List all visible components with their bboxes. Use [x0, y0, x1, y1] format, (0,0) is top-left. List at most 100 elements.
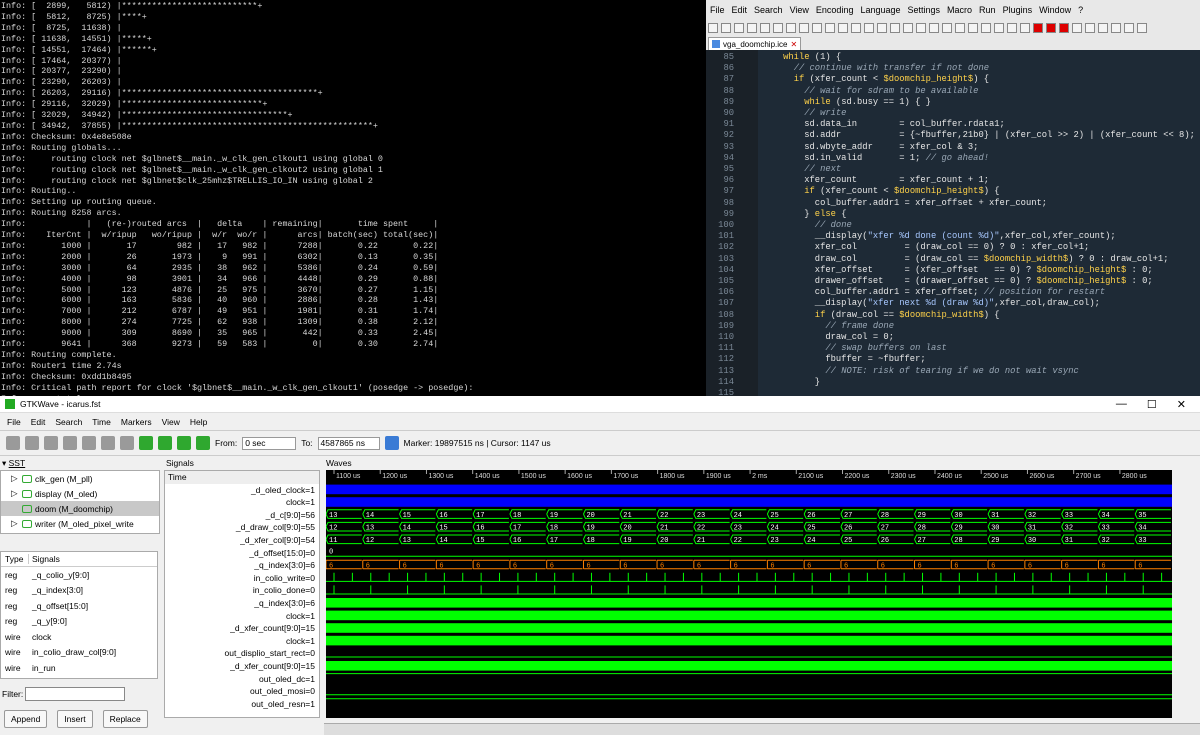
menu-item-encoding[interactable]: Encoding — [816, 5, 854, 15]
toolbar-button-icon[interactable] — [734, 23, 744, 33]
left-arrow-icon[interactable] — [177, 436, 191, 450]
gtk-menu-time[interactable]: Time — [92, 417, 111, 427]
signal-table[interactable]: Type Signals reg _q_colio_y[9:0] reg _q_inde… — [0, 551, 158, 679]
signal-row-label[interactable]: clock=1 — [165, 610, 319, 623]
signal-row-label[interactable]: clock=1 — [165, 635, 319, 648]
toolbar-button-icon[interactable] — [955, 23, 965, 33]
toolbar-button-icon[interactable] — [1111, 23, 1121, 33]
menu-item-run[interactable]: Run — [979, 5, 996, 15]
signal-table-row[interactable]: wire in_run — [1, 660, 157, 676]
toolbar-button-icon[interactable] — [1033, 23, 1043, 33]
toolbar-button-icon[interactable] — [838, 23, 848, 33]
maximize-button[interactable]: ☐ — [1147, 398, 1157, 411]
close-button[interactable]: ✕ — [1177, 398, 1186, 411]
signals-column-header[interactable]: Signals — [29, 554, 60, 564]
toolbar-button-icon[interactable] — [1085, 23, 1095, 33]
signal-row-label[interactable]: _q_index[3:0]=6 — [165, 559, 319, 572]
toolbar-button-icon[interactable] — [721, 23, 731, 33]
gtk-menu-edit[interactable]: Edit — [31, 417, 46, 427]
signal-table-row[interactable]: wire in_colio_draw_col[9:0] — [1, 645, 157, 661]
toolbar-button-icon[interactable] — [1124, 23, 1134, 33]
menu-item-view[interactable]: View — [790, 5, 809, 15]
expander-icon[interactable]: ▷ — [11, 488, 19, 499]
toolbar-button-icon[interactable] — [916, 23, 926, 33]
gtk-menu-help[interactable]: Help — [190, 417, 207, 427]
signal-row-label[interactable]: out_displio_start_rect=0 — [165, 647, 319, 660]
expander-icon[interactable]: ▷ — [11, 518, 19, 529]
tree-item[interactable]: ▷ writer (M_oled_pixel_write — [1, 516, 159, 531]
signal-row-label[interactable]: _d_offset[15:0]=0 — [165, 547, 319, 560]
signal-table-row[interactable]: wire clock — [1, 629, 157, 645]
menu-item-macro[interactable]: Macro — [947, 5, 972, 15]
gtk-menu-file[interactable]: File — [7, 417, 21, 427]
zoom-in-icon[interactable] — [82, 436, 96, 450]
signal-row-label[interactable]: _d_draw_col[9:0]=55 — [165, 521, 319, 534]
signal-row-label[interactable]: in_colio_write=0 — [165, 572, 319, 585]
code-text[interactable]: while (1) { // continue with transfer if… — [758, 50, 1200, 396]
toolbar-button-icon[interactable] — [851, 23, 861, 33]
code-editor[interactable]: 85 86 87 88 89 90 91 92 93 94 95 96 97 98 99 100 101 102 1… — [706, 50, 1200, 396]
filter-input[interactable] — [25, 687, 126, 701]
waveform-svg[interactable]: 1100 us 1200 us 1300 us 1400 us 1500 us 1600 … — [326, 470, 1172, 718]
menu-item-search[interactable]: Search — [754, 5, 783, 15]
signal-row-label[interactable]: _d_xfer_count[9:0]=15 — [165, 622, 319, 635]
toolbar-button-icon[interactable] — [903, 23, 913, 33]
toolbar-button-icon[interactable] — [968, 23, 978, 33]
minimize-button[interactable]: — — [1116, 398, 1127, 411]
gtk-menu-markers[interactable]: Markers — [121, 417, 152, 427]
tree-item[interactable]: ▷ display (M_oled) — [1, 486, 159, 501]
sst-expander-icon[interactable]: ▾ — [2, 458, 9, 468]
toolbar-button-icon[interactable] — [747, 23, 757, 33]
toolbar-button-icon[interactable] — [760, 23, 770, 33]
cut-icon[interactable] — [6, 436, 20, 450]
waveform-view[interactable]: 1100 us 1200 us 1300 us 1400 us 1500 us 1600 … — [326, 470, 1172, 718]
insert-button[interactable]: Insert — [57, 710, 93, 728]
signal-name-list[interactable]: Time _d_oled_clock=1 clock=1 _d_c[9:0]=56 _… — [164, 470, 320, 718]
toolbar-button-icon[interactable] — [1137, 23, 1147, 33]
module-tree[interactable]: ▷ clk_gen (M_pll) ▷ display (M_oled) doom (… — [0, 470, 160, 534]
toolbar-button-icon[interactable] — [1046, 23, 1056, 33]
toolbar-button-icon[interactable] — [877, 23, 887, 33]
signal-table-row[interactable]: reg _q_colio_y[9:0] — [1, 567, 157, 583]
signal-row-label[interactable]: clock=1 — [165, 496, 319, 509]
menu-item-settings[interactable]: Settings — [908, 5, 941, 15]
expander-icon[interactable]: ▷ — [11, 473, 19, 484]
menu-item-file[interactable]: File — [710, 5, 725, 15]
copy-icon[interactable] — [25, 436, 39, 450]
signal-table-row[interactable]: reg _q_y[9:0] — [1, 614, 157, 630]
replace-button[interactable]: Replace — [102, 710, 148, 728]
from-input[interactable]: 0 sec — [242, 436, 297, 450]
signal-row-label[interactable]: out_oled_dc=1 — [165, 673, 319, 686]
signal-row-label[interactable]: out_oled_mosi=0 — [165, 685, 319, 698]
toolbar-button-icon[interactable] — [942, 23, 952, 33]
toolbar-button-icon[interactable] — [1072, 23, 1082, 33]
signal-table-row[interactable]: reg _q_index[3:0] — [1, 583, 157, 599]
gtk-menu-view[interactable]: View — [162, 417, 180, 427]
toolbar-button-icon[interactable] — [994, 23, 1004, 33]
goto-end-icon[interactable] — [158, 436, 172, 450]
signal-row-label[interactable]: _d_xfer_count[9:0]=15 — [165, 660, 319, 673]
menu-item-edit[interactable]: Edit — [732, 5, 748, 15]
menu-item-plugins[interactable]: Plugins — [1003, 5, 1033, 15]
horizontal-scrollbar[interactable] — [324, 723, 1200, 735]
undo-zoom-icon[interactable] — [120, 436, 134, 450]
tree-item[interactable]: ▷ clk_gen (M_pll) — [1, 471, 159, 486]
toolbar-button-icon[interactable] — [773, 23, 783, 33]
toolbar-button-icon[interactable] — [890, 23, 900, 33]
toolbar-button-icon[interactable] — [1020, 23, 1030, 33]
append-button[interactable]: Append — [4, 710, 48, 728]
toolbar-button-icon[interactable] — [864, 23, 874, 33]
signal-row-label[interactable]: _d_c[9:0]=56 — [165, 509, 319, 522]
toolbar-button-icon[interactable] — [786, 23, 796, 33]
goto-start-icon[interactable] — [139, 436, 153, 450]
gtk-menu-search[interactable]: Search — [55, 417, 82, 427]
toolbar-button-icon[interactable] — [1007, 23, 1017, 33]
toolbar-button-icon[interactable] — [981, 23, 991, 33]
menu-item-language[interactable]: Language — [860, 5, 900, 15]
zoom-fit-icon[interactable] — [63, 436, 77, 450]
toolbar-button-icon[interactable] — [1059, 23, 1069, 33]
toolbar-button-icon[interactable] — [1098, 23, 1108, 33]
toolbar-button-icon[interactable] — [929, 23, 939, 33]
toolbar-button-icon[interactable] — [799, 23, 809, 33]
close-icon[interactable]: ✕ — [790, 40, 797, 49]
